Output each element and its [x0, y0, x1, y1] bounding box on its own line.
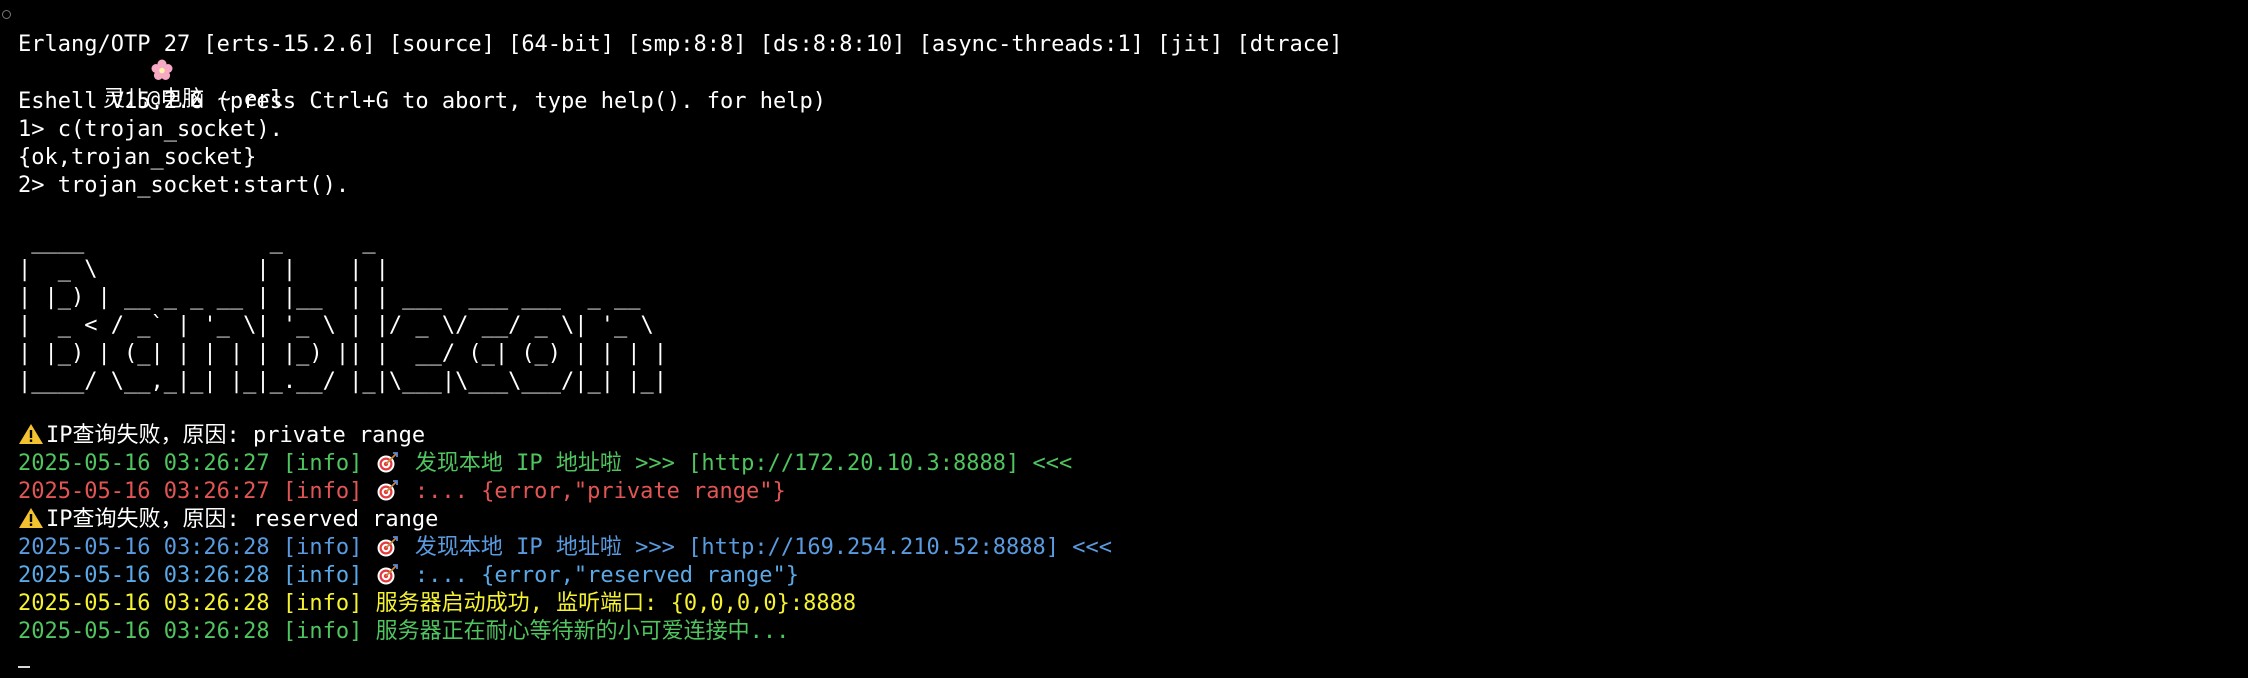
- eshell-line: Eshell V15.2.6 (press Ctrl+G to abort, t…: [18, 89, 826, 114]
- log-level: [info]: [282, 479, 363, 504]
- ascii-banner: ____ _ _ | _ \ | | | | | |_) | __ _ _ __…: [18, 229, 668, 394]
- log-level: [info]: [282, 451, 363, 476]
- log-message: 服务器正在耐心等待新的小可爱连接中...: [375, 619, 790, 644]
- session-marker-icon: [2, 10, 11, 19]
- log-message: IP查询失败，原因: reserved range: [46, 507, 439, 532]
- log-timestamp: 2025-05-16 03:26:27: [18, 451, 270, 476]
- log-line: IP查询失败，原因: private range: [18, 422, 425, 450]
- shell-prompt-line: 灵儿@电脑 ~ erl: [18, 2, 284, 112]
- log-level: [info]: [282, 619, 363, 644]
- terminal-cursor: [18, 666, 30, 668]
- log-message: IP查询失败，原因: private range: [46, 423, 426, 448]
- log-line: IP查询失败，原因: reserved range: [18, 506, 438, 534]
- log-timestamp: 2025-05-16 03:26:28: [18, 619, 270, 644]
- log-line: 2025-05-16 03:26:28 [info] 服务器正在耐心等待新的小可…: [18, 618, 789, 646]
- log-timestamp: 2025-05-16 03:26:27: [18, 479, 270, 504]
- command-line-2: 2> trojan_socket:start().: [18, 173, 350, 198]
- terminal-output[interactable]: 灵儿@电脑 ~ erl Erlang/OTP 27 [erts-15.2.6] …: [18, 0, 2228, 678]
- log-message: 发现本地 IP 地址啦 >>> [http://169.254.210.52:8…: [414, 535, 1112, 560]
- log-line: 2025-05-16 03:26:27 [info] :... {error,"…: [18, 478, 786, 506]
- log-message: :... {error,"private range"}: [414, 479, 786, 504]
- compile-result-line: {ok,trojan_socket}: [18, 145, 257, 170]
- log-line: 2025-05-16 03:26:28 [info] 服务器启动成功, 监听端口…: [18, 590, 856, 618]
- target-icon: [376, 480, 398, 502]
- log-line: 2025-05-16 03:26:28 [info] :... {error,"…: [18, 562, 799, 590]
- target-icon: [376, 564, 398, 586]
- log-level: [info]: [282, 591, 363, 616]
- warning-icon: [18, 423, 44, 445]
- log-message: 服务器启动成功, 监听端口: {0,0,0,0}:8888: [375, 591, 857, 616]
- log-message: :... {error,"reserved range"}: [414, 563, 800, 588]
- command-line-1: 1> c(trojan_socket).: [18, 117, 283, 142]
- log-line: 2025-05-16 03:26:27 [info] 发现本地 IP 地址啦 >…: [18, 450, 1072, 478]
- target-icon: [376, 536, 398, 558]
- log-line: 2025-05-16 03:26:28 [info] 发现本地 IP 地址啦 >…: [18, 534, 1112, 562]
- log-timestamp: 2025-05-16 03:26:28: [18, 591, 270, 616]
- log-level: [info]: [282, 535, 363, 560]
- log-timestamp: 2025-05-16 03:26:28: [18, 563, 270, 588]
- log-message: 发现本地 IP 地址啦 >>> [http://172.20.10.3:8888…: [414, 451, 1073, 476]
- log-timestamp: 2025-05-16 03:26:28: [18, 535, 270, 560]
- target-icon: [376, 452, 398, 474]
- log-level: [info]: [282, 563, 363, 588]
- otp-version-line: Erlang/OTP 27 [erts-15.2.6] [source] [64…: [18, 32, 1343, 57]
- warning-icon: [18, 507, 44, 529]
